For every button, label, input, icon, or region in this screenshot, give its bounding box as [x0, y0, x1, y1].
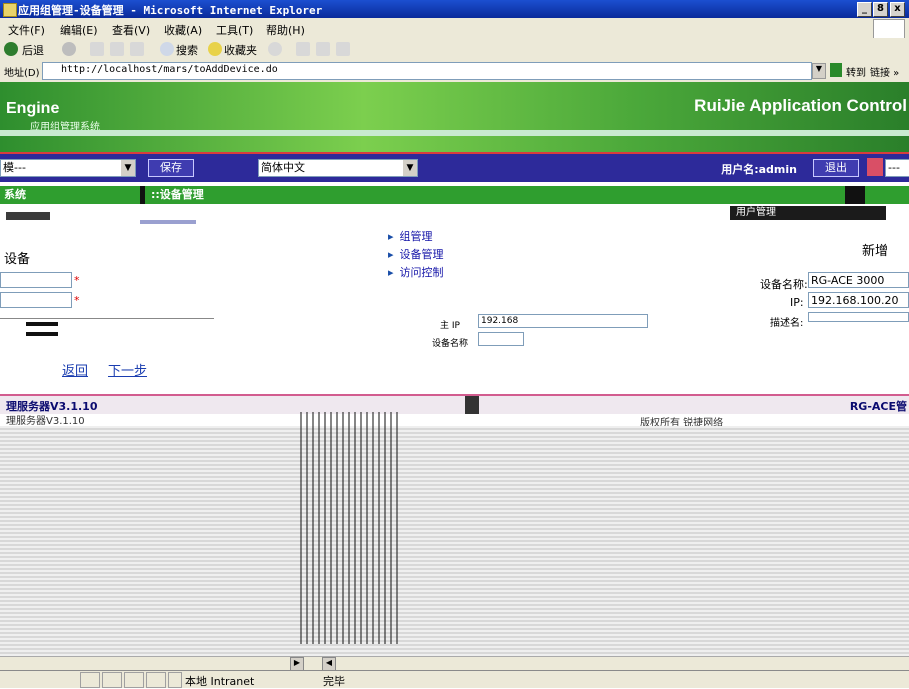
scroll-right-arrow-icon[interactable]: ▶ [290, 657, 304, 671]
chevron-down-icon: ▼ [403, 160, 417, 176]
search-icon[interactable] [160, 42, 174, 56]
horizontal-scrollbar[interactable]: ▶ ◀ [0, 656, 909, 671]
breadcrumb-link[interactable] [140, 220, 196, 224]
tab-device-management[interactable]: ::设备管理 [145, 186, 845, 204]
left-panel-title: 设备 [4, 252, 31, 267]
divider [0, 318, 214, 319]
forward-arrow-icon[interactable] [62, 42, 76, 56]
status-cell [124, 672, 144, 688]
menu-bar: 文件(F) 编辑(E) 查看(V) 收藏(A) 工具(T) 帮助(H) [0, 18, 909, 39]
menu-tools[interactable]: 工具(T) [216, 22, 253, 38]
mail-icon[interactable] [296, 42, 310, 56]
username-label: 用户名:admin [721, 163, 797, 176]
page-footer: 理服务器V3.1.10 RG-ACE管 [0, 394, 909, 414]
logout-button[interactable]: 退出 [813, 159, 859, 177]
tab-system[interactable]: 系统 [0, 186, 140, 204]
footer-version-right: RG-ACE管 [849, 400, 907, 413]
status-bar: 本地 Intranet 完毕 [0, 670, 909, 688]
extra-input[interactable] [808, 312, 909, 322]
left-bar-2 [26, 332, 58, 336]
logout-badge-icon [867, 158, 883, 176]
favorites-button[interactable]: 收藏夹 [224, 42, 257, 58]
nav-bar: 模--- ▼ 保存 简体中文 ▼ 用户名:admin 退出 --- [0, 152, 909, 182]
tree-item-device-manage[interactable]: 设备管理 [388, 246, 444, 262]
banner-engine-text: Engine [6, 100, 60, 117]
status-cell [168, 672, 182, 688]
address-input[interactable]: http://localhost/mars/toAddDevice.do [42, 62, 812, 80]
right-panel-title: 新增 [862, 244, 889, 259]
middle-row1-input[interactable]: 192.168 [478, 314, 648, 328]
banner-brand: RuiJie Application Control [694, 96, 907, 115]
menu-view[interactable]: 查看(V) [112, 22, 150, 38]
tree-item-group-manage[interactable]: 组管理 [388, 228, 433, 244]
required-mark: * [74, 274, 80, 287]
save-button[interactable]: 保存 [148, 159, 194, 177]
favorites-star-icon[interactable] [208, 42, 222, 56]
menu-edit[interactable]: 编辑(E) [60, 22, 98, 38]
extra-label: 描述名: [770, 318, 804, 329]
title-bar: 应用组管理-设备管理 - Microsoft Internet Explorer… [0, 0, 909, 18]
home-icon[interactable] [130, 42, 144, 56]
footer-subline-left: 理服务器V3.1.10 [6, 416, 85, 427]
print-icon[interactable] [316, 42, 330, 56]
address-label: 地址(D) [4, 68, 40, 79]
minimize-button[interactable]: _ [857, 2, 872, 17]
address-dropdown-icon[interactable]: ▼ [812, 63, 826, 79]
refresh-icon[interactable] [110, 42, 124, 56]
left-input-1[interactable] [0, 272, 72, 288]
menu-favorites[interactable]: 收藏(A) [164, 22, 202, 38]
scroll-left-arrow-icon[interactable]: ◀ [322, 657, 336, 671]
window-title: 应用组管理-设备管理 - Microsoft Internet Explorer [18, 4, 323, 17]
status-cell [146, 672, 166, 688]
go-arrow-icon[interactable] [830, 63, 842, 77]
app-banner: Engine 应用组管理系统 RuiJie Application Contro… [0, 82, 909, 152]
left-breadcrumb [6, 212, 50, 220]
footer-divider [465, 396, 479, 414]
middle-row1-label: 主 IP [440, 321, 460, 331]
frame-splitter[interactable] [300, 412, 400, 644]
stop-icon[interactable] [90, 42, 104, 56]
back-link[interactable]: 返回 [62, 360, 88, 379]
module-select[interactable]: 模--- ▼ [0, 159, 136, 177]
tree-item-access-control[interactable]: 访问控制 [388, 264, 444, 280]
status-cell [80, 672, 100, 688]
middle-row2-label: 设备名称 [432, 339, 469, 349]
toolbar: 后退 搜索 收藏夹 [0, 38, 909, 61]
close-button[interactable]: x [890, 2, 905, 17]
left-bar-1 [26, 322, 58, 326]
links-button[interactable]: 链接 » [870, 64, 899, 79]
address-bar: 地址(D) http://localhost/mars/toAddDevice.… [0, 60, 909, 83]
device-name-label: 设备名称: [760, 278, 808, 291]
ie-page-icon [3, 3, 17, 17]
back-arrow-icon[interactable] [4, 42, 18, 56]
status-cell [102, 672, 122, 688]
next-link[interactable]: 下一步 [108, 360, 147, 379]
menu-file[interactable]: 文件(F) [8, 22, 45, 38]
address-url: http://localhost/mars/toAddDevice.do [61, 64, 278, 75]
user-management-link[interactable]: 用户管理 [730, 206, 886, 220]
section-bar: 系统 ::设备管理 [0, 186, 909, 204]
back-button[interactable]: 后退 [22, 42, 44, 58]
tab-right[interactable] [865, 186, 909, 204]
middle-row2-input[interactable] [478, 332, 524, 346]
go-button[interactable]: 转到 [846, 64, 866, 79]
chevron-down-icon: ▼ [121, 160, 135, 176]
ip-label: IP: [790, 296, 804, 309]
ip-input[interactable]: 192.168.100.20 [808, 292, 909, 308]
maximize-button[interactable]: 8 [873, 2, 888, 17]
language-select[interactable]: 简体中文 ▼ [258, 159, 418, 177]
empty-frame-area [0, 426, 909, 658]
banner-stripe [0, 130, 909, 136]
search-button[interactable]: 搜索 [176, 42, 198, 58]
edit-icon[interactable] [336, 42, 350, 56]
device-name-input[interactable]: RG-ACE 3000 [808, 272, 909, 288]
right-select[interactable]: --- [885, 159, 909, 177]
required-mark: * [74, 294, 80, 307]
left-input-2[interactable] [0, 292, 72, 308]
menu-help[interactable]: 帮助(H) [266, 22, 305, 38]
history-icon[interactable] [268, 42, 282, 56]
windows-logo-icon [873, 19, 905, 39]
